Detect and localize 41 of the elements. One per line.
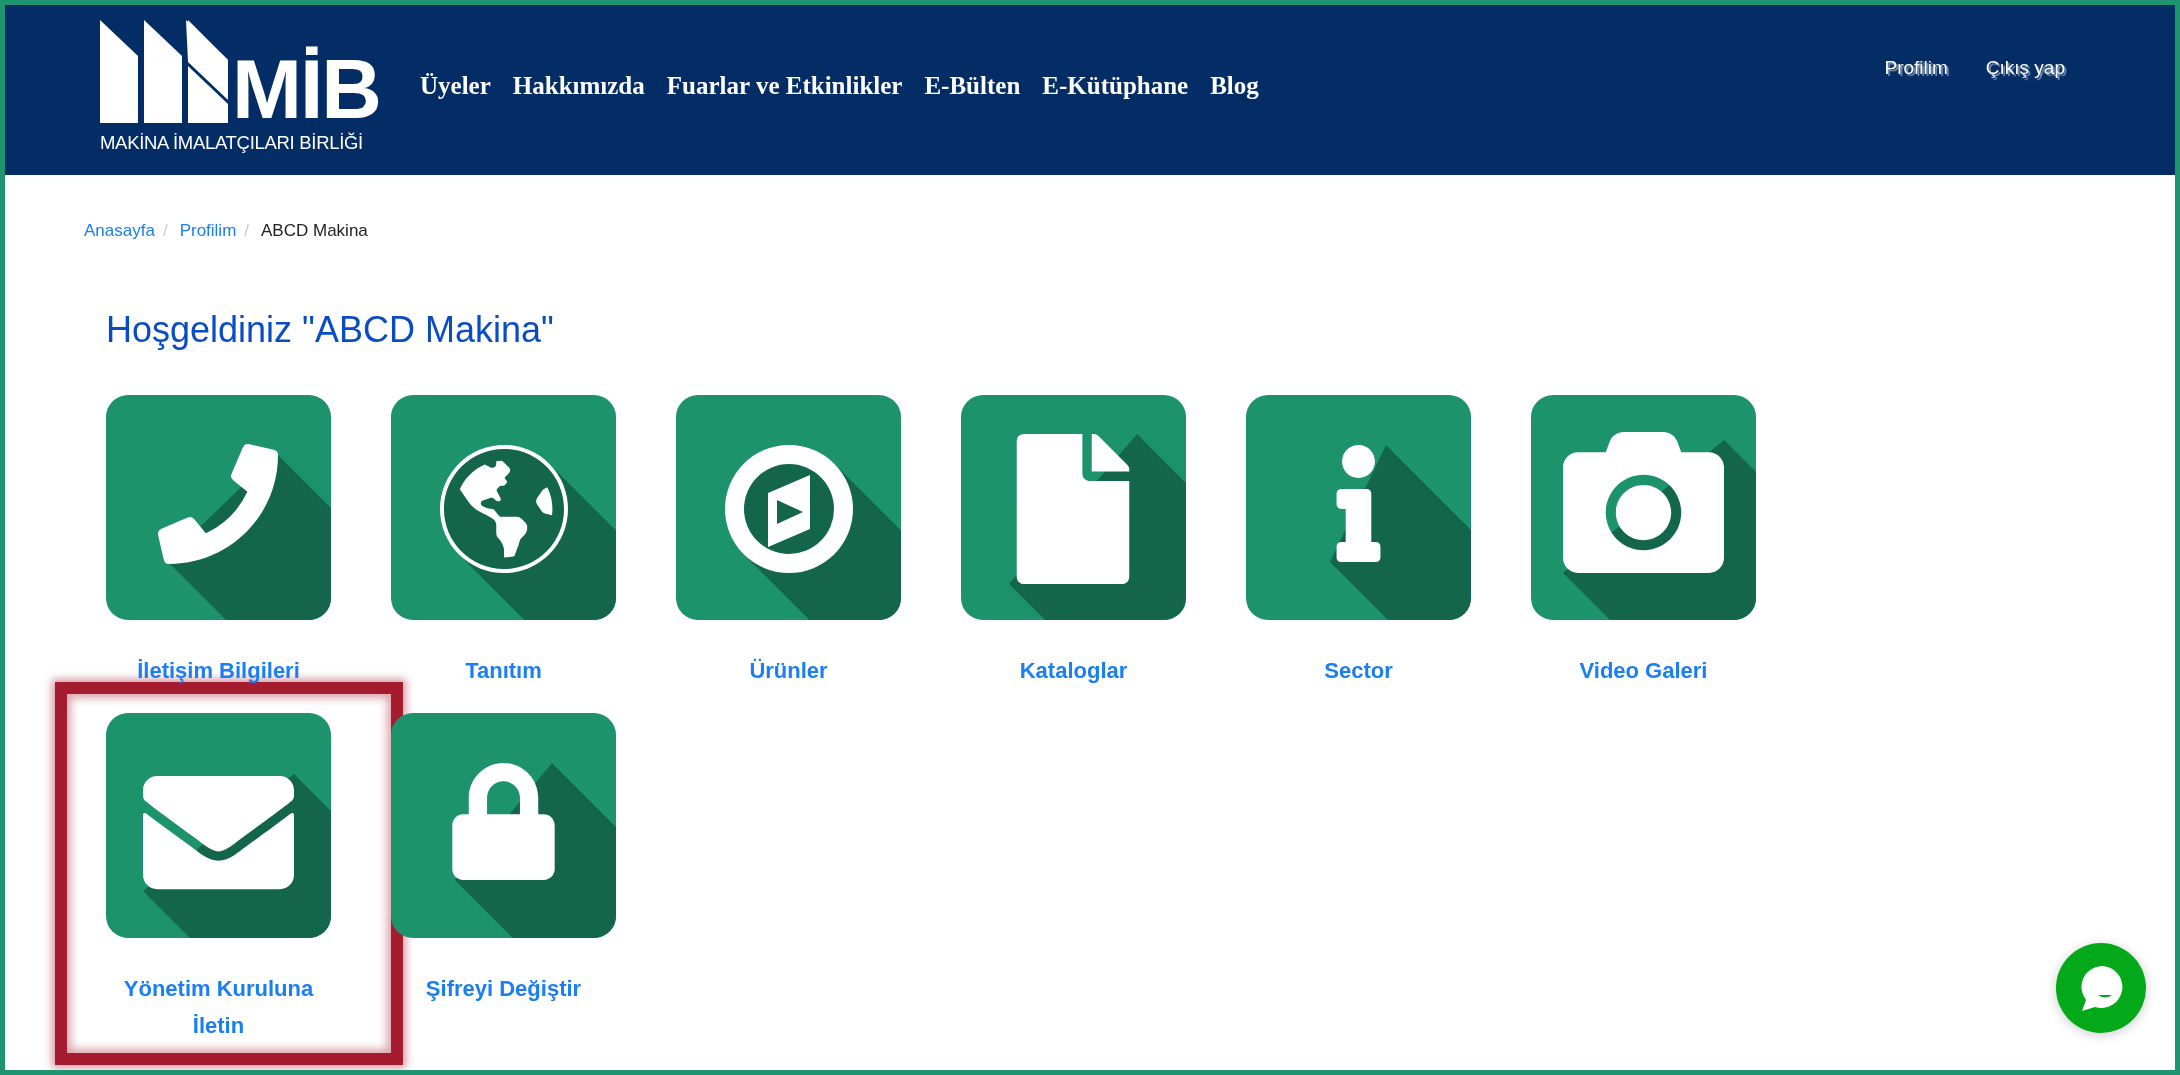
nav-link[interactable]: Fuarlar ve Etkinlikler	[666, 72, 903, 100]
tile-link[interactable]: Kataloglar	[1019, 652, 1128, 689]
tile-button[interactable]	[676, 395, 901, 620]
nav-link[interactable]: Üyeler	[420, 72, 491, 100]
tile-link[interactable]: Sector	[1324, 652, 1393, 689]
envelope-icon	[143, 774, 331, 938]
logo-subtitle: MAKİNA İMALATÇILARI BİRLİĞİ	[100, 132, 363, 154]
tile-button[interactable]	[391, 395, 616, 620]
tile-link[interactable]: Şifreyi Değiştir	[425, 970, 582, 1007]
tile-button[interactable]	[106, 713, 331, 938]
breadcrumb-current[interactable]: ABCD Makina	[261, 221, 368, 241]
chat-button[interactable]	[2056, 943, 2146, 1033]
user-link[interactable]: Profilim	[1884, 57, 1948, 79]
logo-wordmark[interactable]: MİB	[232, 47, 380, 131]
breadcrumb-link[interactable]: Profilim	[179, 221, 237, 241]
tile-button[interactable]	[1531, 395, 1756, 620]
breadcrumb-link[interactable]: Anasayfa	[84, 221, 155, 241]
tile-link[interactable]: Ürünler	[749, 652, 828, 689]
nav-link[interactable]: Hakkımızda	[512, 72, 645, 100]
info-icon	[1330, 445, 1471, 620]
tile-button[interactable]	[106, 395, 331, 620]
logo-stripes-icon	[100, 20, 228, 123]
chat-bubble-icon	[2079, 965, 2123, 1011]
tile-link[interactable]: Video Galeri	[1579, 652, 1708, 689]
tile-link[interactable]: Tanıtım	[465, 652, 542, 689]
phone-icon	[158, 444, 331, 620]
tile-button[interactable]	[391, 713, 616, 938]
tile-button[interactable]	[961, 395, 1186, 620]
breadcrumb-separator: /	[162, 221, 168, 241]
document-icon	[1009, 434, 1186, 620]
tile-link[interactable]: Yönetim Kuruluna İletin	[106, 970, 331, 1044]
nav-link[interactable]: E-Kütüphane	[1042, 72, 1189, 100]
camera-icon	[1563, 432, 1756, 620]
nav-link[interactable]: E-Bülten	[924, 72, 1021, 100]
nav-link[interactable]: Blog	[1210, 72, 1259, 100]
lock-icon	[452, 763, 616, 938]
breadcrumb-separator: /	[244, 221, 250, 241]
welcome-heading: Hoşgeldiniz "ABCD Makina"	[106, 309, 555, 351]
tile-button[interactable]	[1246, 395, 1471, 620]
user-link[interactable]: Çıkış yap	[1985, 57, 2065, 79]
tile-link[interactable]: İletişim Bilgileri	[137, 652, 300, 689]
